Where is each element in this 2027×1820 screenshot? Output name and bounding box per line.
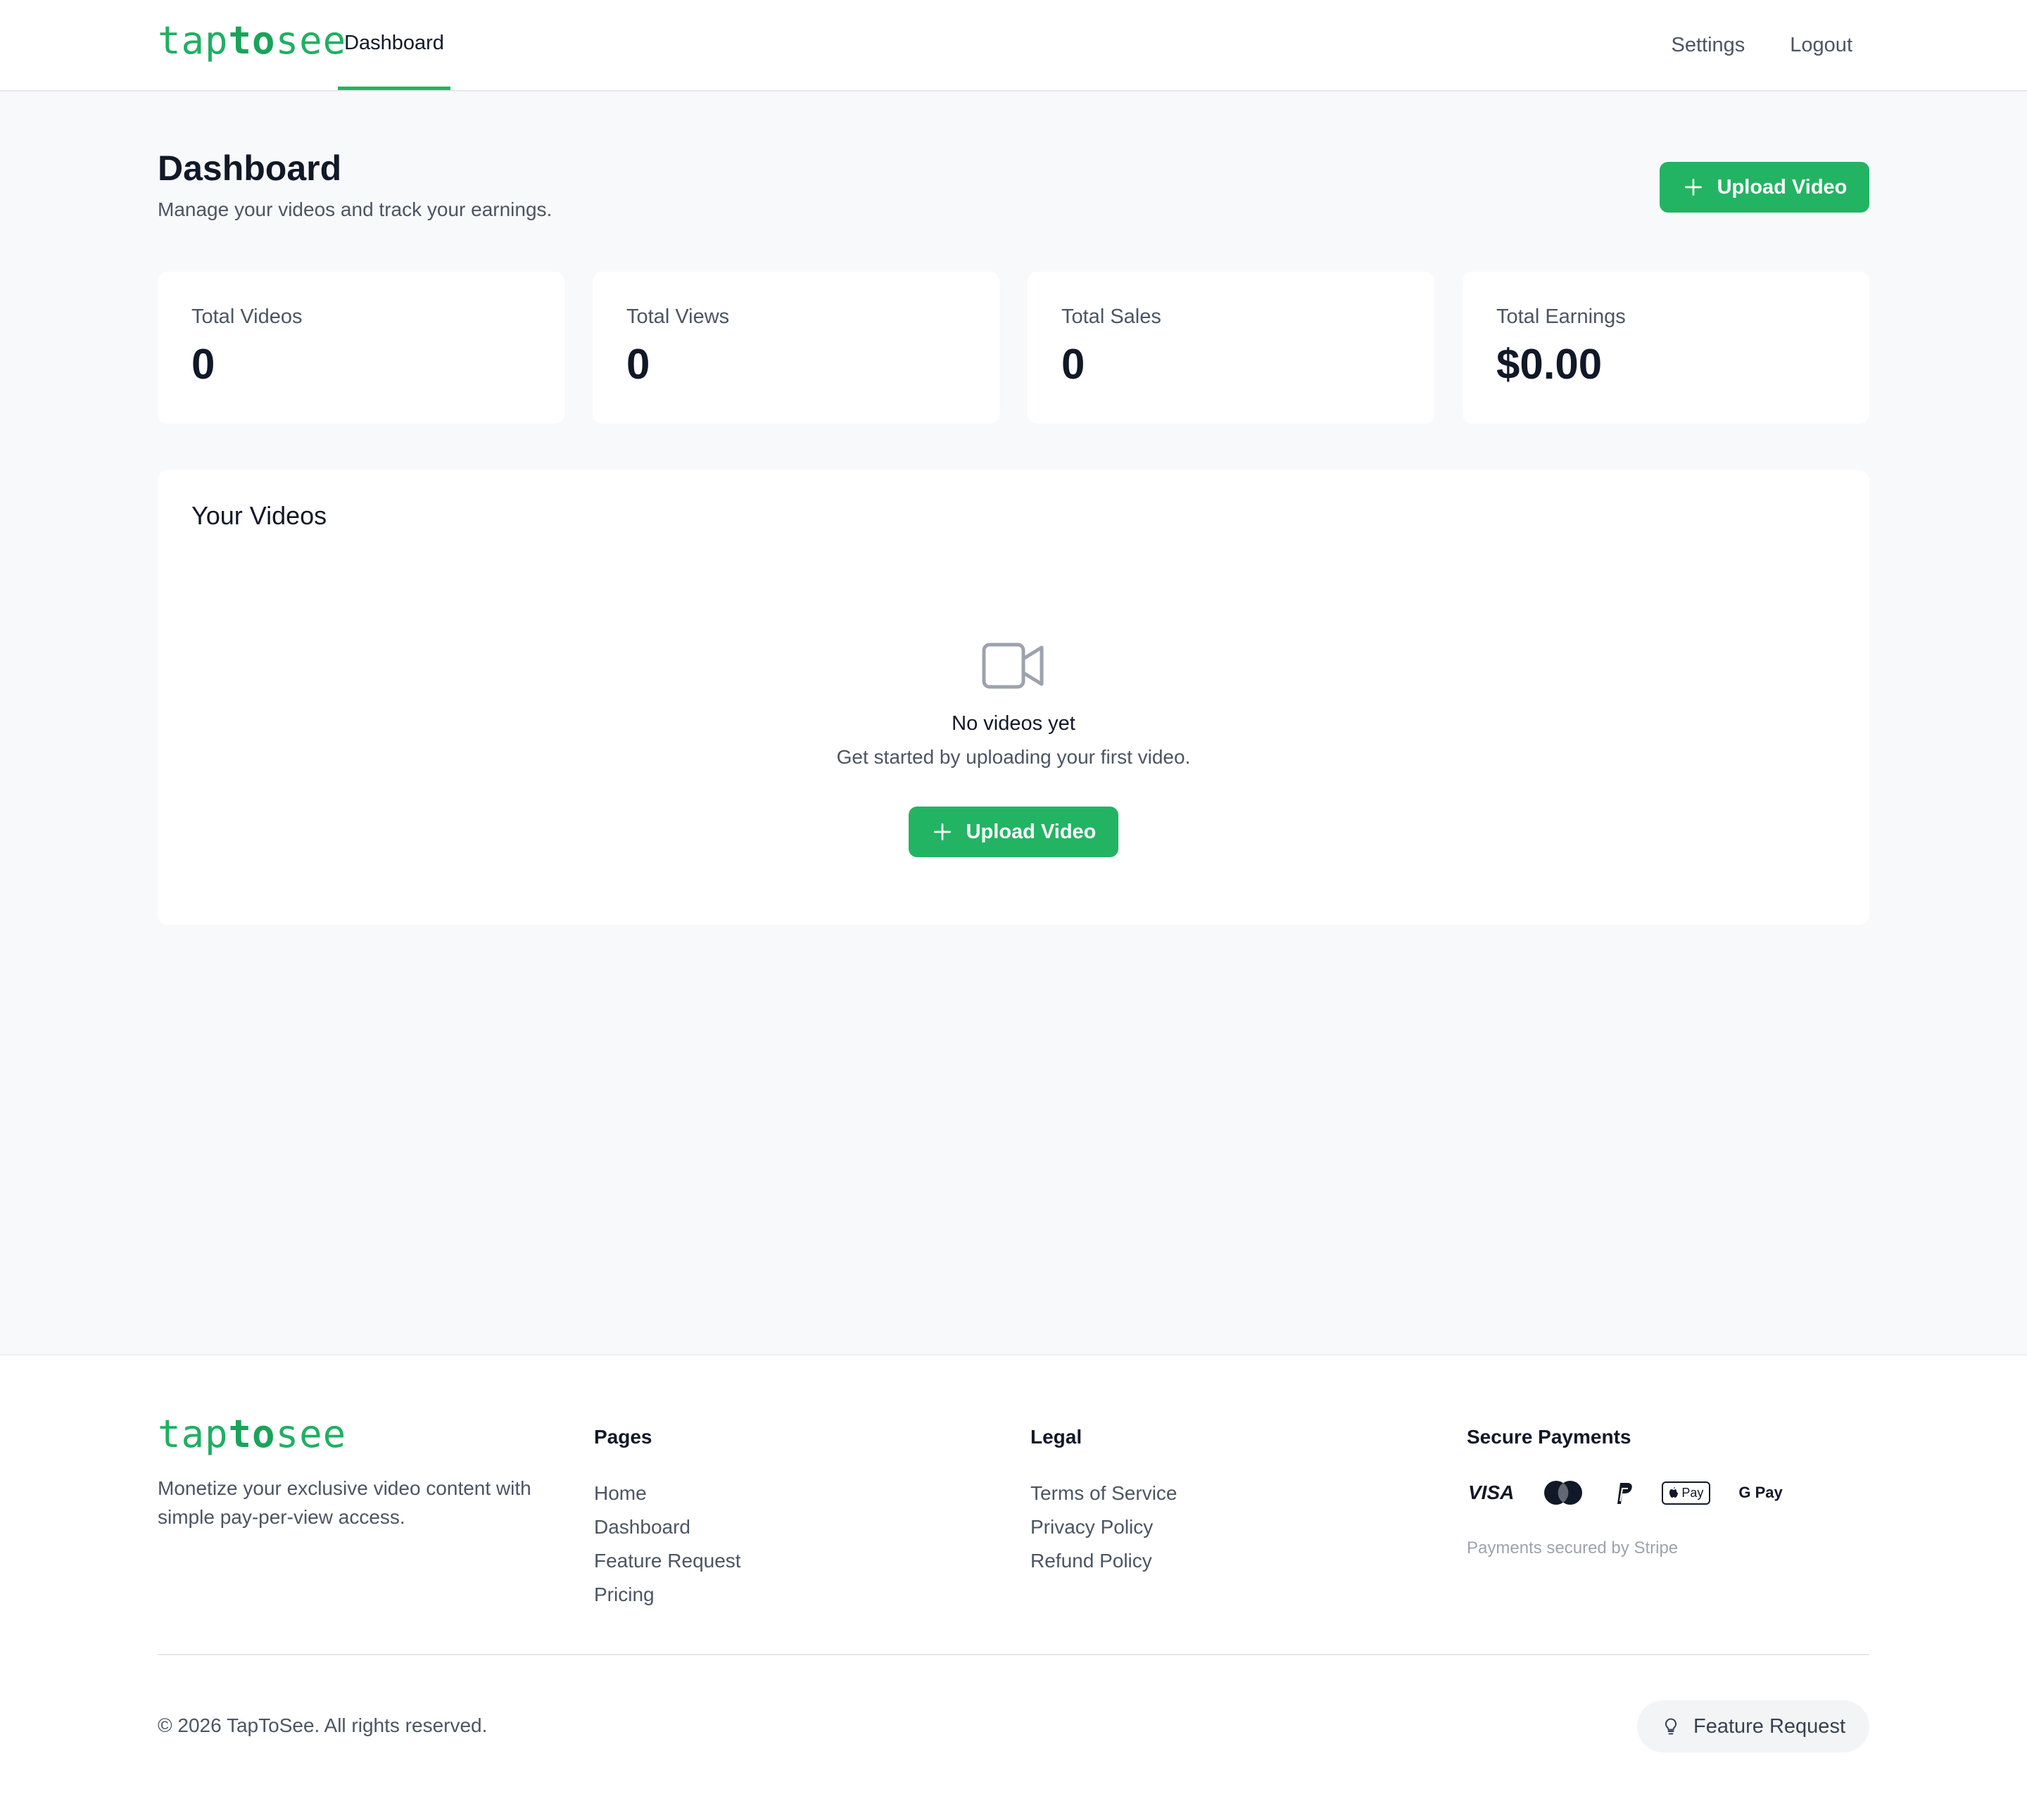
empty-state-subtitle: Get started by uploading your first vide… xyxy=(836,746,1191,768)
logo-text-part-2: to xyxy=(228,18,276,63)
page-subtitle: Manage your videos and track your earnin… xyxy=(158,198,552,220)
stat-value: 0 xyxy=(1061,341,1085,388)
stat-label: Total Videos xyxy=(191,305,303,328)
footer-link-dashboard[interactable]: Dashboard xyxy=(594,1510,741,1544)
footer-link-privacy[interactable]: Privacy Policy xyxy=(1030,1510,1177,1544)
footer-legal-title: Legal xyxy=(1030,1426,1082,1448)
footer-link-feature-request[interactable]: Feature Request xyxy=(594,1544,741,1578)
videos-panel: Your Videos No videos yet Get started by… xyxy=(158,470,1869,925)
visa-icon: VISA xyxy=(1468,1481,1515,1503)
logo-text-part-2: to xyxy=(228,1412,276,1456)
footer: taptosee Monetize your exclusive video c… xyxy=(0,1354,2027,1820)
feature-request-label: Feature Request xyxy=(1693,1714,1845,1738)
logout-link[interactable]: Logout xyxy=(1790,34,1852,57)
logo-text-part-3: see xyxy=(275,1412,347,1456)
videos-section-title: Your Videos xyxy=(191,501,327,530)
logo-text-part-3: see xyxy=(275,18,347,63)
apple-pay-icon: Pay xyxy=(1662,1481,1711,1505)
stat-value: $0.00 xyxy=(1496,341,1603,388)
footer-link-home[interactable]: Home xyxy=(594,1477,741,1510)
stat-label: Total Views xyxy=(626,305,730,328)
stat-value: 0 xyxy=(191,341,215,388)
stat-card-total-sales: Total Sales 0 xyxy=(1028,272,1434,424)
footer-payments-title: Secure Payments xyxy=(1467,1426,1631,1448)
footer-legal-links: Terms of Service Privacy Policy Refund P… xyxy=(1030,1477,1177,1578)
feature-request-button[interactable]: Feature Request xyxy=(1637,1700,1869,1752)
mastercard-icon xyxy=(1544,1481,1583,1505)
video-camera-icon xyxy=(982,643,1044,689)
payments-note: Payments secured by Stripe xyxy=(1467,1538,1679,1557)
logo-text-part-1: tap xyxy=(158,1412,229,1456)
footer-tagline: Monetize your exclusive video content wi… xyxy=(158,1477,531,1528)
empty-state-upload-button[interactable]: Upload Video xyxy=(909,807,1118,857)
google-pay-icon: G Pay xyxy=(1738,1484,1783,1501)
upload-video-button[interactable]: Upload Video xyxy=(1660,162,1869,213)
upload-video-label: Upload Video xyxy=(966,820,1097,843)
header-actions: Settings Logout xyxy=(1627,0,1853,90)
empty-state-title: No videos yet xyxy=(952,712,1075,735)
footer-pages-links: Home Dashboard Feature Request Pricing xyxy=(594,1477,741,1612)
stat-value: 0 xyxy=(626,341,650,388)
brand-logo[interactable]: taptosee xyxy=(158,18,346,63)
footer-pages-title: Pages xyxy=(594,1426,652,1448)
plus-icon xyxy=(933,823,951,840)
footer-logo[interactable]: taptosee xyxy=(158,1412,346,1456)
footer-divider xyxy=(158,1654,1869,1655)
page-title: Dashboard xyxy=(158,148,342,188)
settings-link[interactable]: Settings xyxy=(1672,34,1745,57)
tab-dashboard[interactable]: Dashboard xyxy=(338,0,450,90)
apple-pay-label: Pay xyxy=(1681,1485,1704,1500)
footer-link-refund[interactable]: Refund Policy xyxy=(1030,1544,1177,1578)
stat-card-total-views: Total Views 0 xyxy=(593,272,999,424)
footer-link-terms[interactable]: Terms of Service xyxy=(1030,1477,1177,1510)
stat-card-total-earnings: Total Earnings $0.00 xyxy=(1463,272,1869,424)
stat-card-total-videos: Total Videos 0 xyxy=(158,272,564,424)
stat-label: Total Earnings xyxy=(1496,305,1626,328)
stat-label: Total Sales xyxy=(1061,305,1161,328)
payment-icons: VISA Pay G Pay xyxy=(1468,1479,1783,1506)
upload-video-label: Upload Video xyxy=(1717,175,1848,198)
footer-link-pricing[interactable]: Pricing xyxy=(594,1578,741,1612)
paypal-icon xyxy=(1617,1483,1633,1504)
copyright-text: © 2026 TapToSee. All rights reserved. xyxy=(158,1714,488,1736)
lightbulb-icon xyxy=(1665,1718,1677,1735)
logo-text-part-1: tap xyxy=(158,18,229,63)
top-nav: taptosee Dashboard Settings Logout xyxy=(0,0,2027,91)
plus-icon xyxy=(1684,179,1702,196)
apple-icon xyxy=(1669,1487,1679,1498)
